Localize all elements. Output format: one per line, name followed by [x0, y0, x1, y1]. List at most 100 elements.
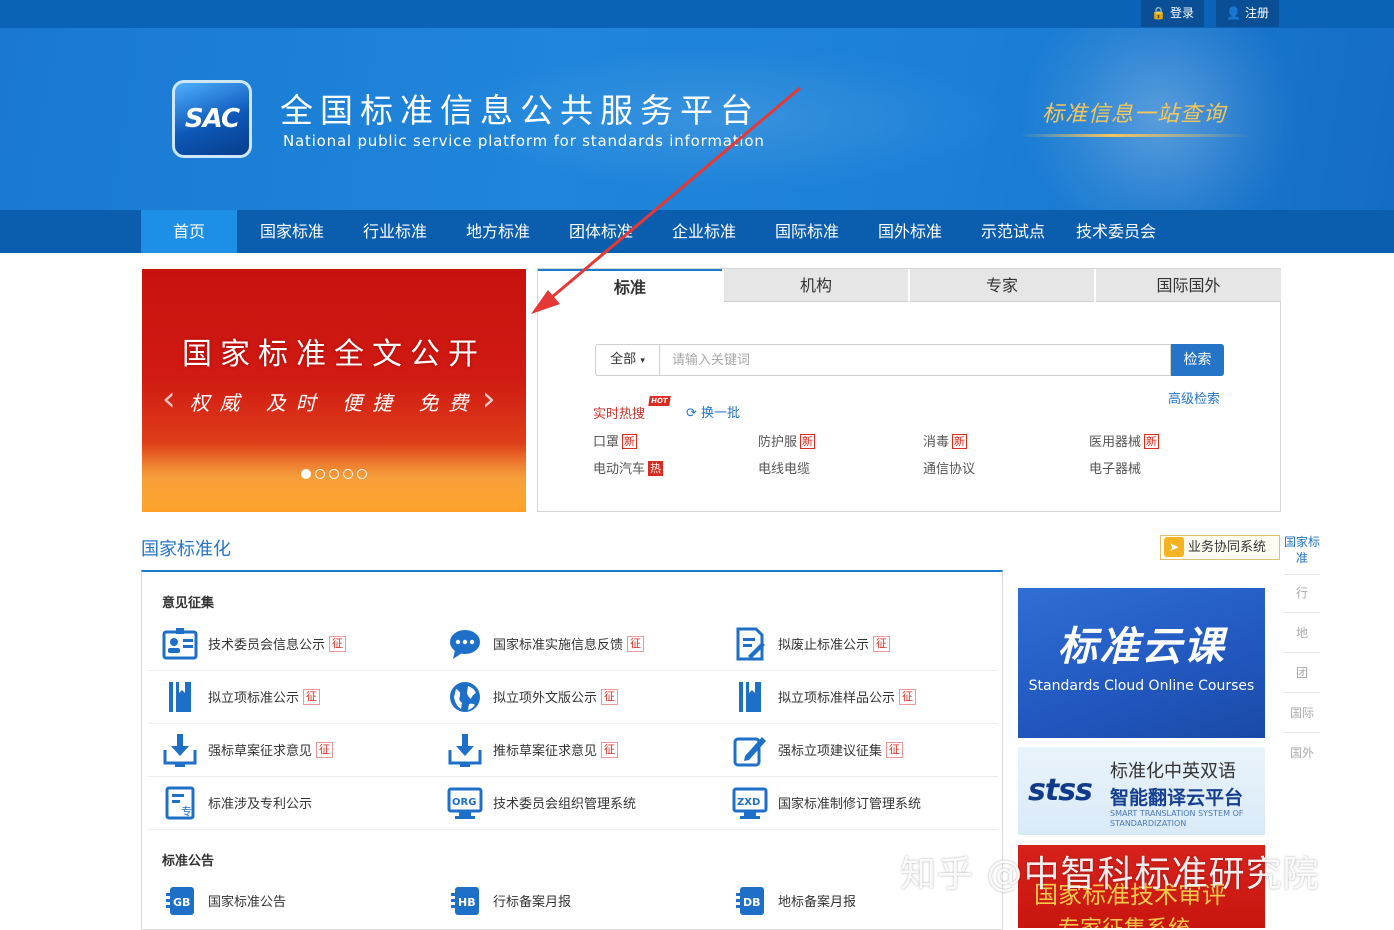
- caret-down-icon: ▾: [640, 356, 645, 366]
- id-card-icon: [162, 626, 198, 662]
- nav-pilot-demo[interactable]: 示范试点: [969, 210, 1057, 253]
- nav-group-standards[interactable]: 团体标准: [557, 210, 645, 253]
- sidenav-divider: [1284, 692, 1320, 693]
- list-item[interactable]: 专 标准涉及专利公示: [162, 776, 312, 829]
- list-item[interactable]: 推标草案征求意见征: [447, 723, 619, 776]
- list-item[interactable]: GB 国家标准公告: [162, 874, 286, 927]
- sac-logo[interactable]: SAC: [172, 80, 252, 158]
- hot-word[interactable]: 防护服新: [758, 431, 816, 450]
- collect-tag: 征: [303, 688, 321, 705]
- list-item[interactable]: 拟立项标准样品公示征: [732, 670, 917, 723]
- tab-international[interactable]: 国际国外: [1096, 269, 1281, 302]
- hot-word-text: 医用器械: [1089, 435, 1142, 450]
- hot-word[interactable]: 医用器械新: [1089, 431, 1160, 450]
- hot-word[interactable]: 通信协议: [923, 458, 975, 477]
- refresh-link[interactable]: ⟳ 换一批: [686, 402, 740, 421]
- main-nav: 首页 国家标准 行业标准 地方标准 团体标准 企业标准 国际标准 国外标准 示范…: [0, 210, 1394, 253]
- item-label: 拟立项标准样品公示: [778, 691, 896, 706]
- top-bar: 🔒 登录 👤 注册: [0, 0, 1394, 28]
- list-item[interactable]: ORG 技术委员会组织管理系统: [447, 776, 636, 829]
- sidenav-industry[interactable]: 行: [1282, 585, 1322, 601]
- sidenav-group[interactable]: 团: [1282, 665, 1322, 681]
- collect-tag: 征: [329, 635, 347, 652]
- list-item[interactable]: 强标立项建议征集征: [732, 723, 904, 776]
- nav-local-standards[interactable]: 地方标准: [454, 210, 542, 253]
- gb-icon: GB: [162, 883, 198, 919]
- sidenav-national[interactable]: 国家标准: [1284, 534, 1320, 566]
- item-label: 技术委员会信息公示: [208, 638, 326, 653]
- sidenav-local[interactable]: 地: [1282, 625, 1322, 641]
- translation-platform-banner[interactable]: stss 标准化中英双语 智能翻译云平台 SMART TRANSLATION S…: [1018, 747, 1265, 835]
- hot-word[interactable]: 电子器械: [1089, 458, 1141, 477]
- nav-tech-committee[interactable]: 技术委员会: [1068, 210, 1164, 253]
- pencil-icon: [732, 732, 768, 768]
- login-button[interactable]: 🔒 登录: [1141, 0, 1204, 27]
- carousel-dot[interactable]: [301, 469, 311, 479]
- collect-tag: 征: [316, 741, 334, 758]
- hot-word[interactable]: 口罩新: [593, 431, 638, 450]
- carousel-dot[interactable]: [357, 469, 367, 479]
- nav-international-standards[interactable]: 国际标准: [763, 210, 851, 253]
- hot-word[interactable]: 电动汽车热: [593, 458, 664, 477]
- carousel-dot[interactable]: [329, 469, 339, 479]
- list-item[interactable]: HB 行标备案月报: [447, 874, 571, 927]
- tab-experts[interactable]: 专家: [910, 269, 1094, 302]
- nav-home[interactable]: 首页: [141, 210, 237, 253]
- nav-industry-standards[interactable]: 行业标准: [351, 210, 439, 253]
- lock-icon: 🔒: [1151, 6, 1166, 20]
- hot-word-text: 口罩: [593, 435, 620, 450]
- item-label: 地标备案月报: [778, 895, 857, 910]
- svg-text:专: 专: [181, 804, 192, 818]
- collect-tag: 征: [899, 688, 917, 705]
- slogan: 标准信息一站查询: [1042, 102, 1227, 127]
- sidenav-foreign[interactable]: 国外: [1282, 745, 1322, 761]
- sidenav-international[interactable]: 国际: [1282, 705, 1322, 721]
- tab-institutions[interactable]: 机构: [724, 269, 908, 302]
- list-item[interactable]: 拟立项外文版公示征: [447, 670, 619, 723]
- item-label: 拟废止标准公示: [778, 638, 870, 653]
- carousel-dot[interactable]: [343, 469, 353, 479]
- list-item[interactable]: 国家标准实施信息反馈征: [447, 617, 645, 670]
- hot-word[interactable]: 消毒新: [923, 431, 968, 450]
- book-icon: [162, 679, 198, 715]
- carousel-dot[interactable]: [315, 469, 325, 479]
- tab-standards[interactable]: 标准: [538, 269, 722, 302]
- register-label: 注册: [1244, 6, 1269, 20]
- search-panel: 标准 机构 专家 国际国外 全部 ▾ 检索 高级检索 实时热搜 HOT ⟳ 换一…: [537, 268, 1281, 512]
- nav-national-standards[interactable]: 国家标准: [248, 210, 336, 253]
- business-collab-button[interactable]: ➤ 业务协同系统: [1160, 535, 1280, 560]
- new-badge: 新: [952, 434, 968, 449]
- svg-text:GB: GB: [173, 896, 190, 909]
- carousel[interactable]: 国家标准全文公开 权威 及时 便捷 免费 ‹ ›: [142, 269, 526, 512]
- list-item[interactable]: 拟废止标准公示征: [732, 617, 891, 670]
- list-item[interactable]: 强标草案征求意见征: [162, 723, 334, 776]
- zhihu-watermark: 知乎 @中智科标准研究院: [900, 854, 1320, 895]
- business-collab-label: 业务协同系统: [1188, 540, 1267, 555]
- item-label: 强标草案征求意见: [208, 744, 313, 759]
- search-input[interactable]: [659, 344, 1171, 376]
- user-icon: 👤: [1226, 6, 1241, 20]
- translation-line1: 标准化中英双语: [1110, 761, 1236, 782]
- chevron-right-icon[interactable]: ›: [482, 379, 496, 419]
- search-button[interactable]: 检索: [1171, 344, 1224, 376]
- sidenav-divider: [1284, 612, 1320, 613]
- db-icon: DB: [732, 883, 768, 919]
- advanced-search-link[interactable]: 高级检索: [1168, 388, 1220, 407]
- list-item[interactable]: DB 地标备案月报: [732, 874, 856, 927]
- cloud-course-banner[interactable]: 标准云课 Standards Cloud Online Courses: [1018, 588, 1265, 738]
- register-button[interactable]: 👤 注册: [1216, 0, 1279, 27]
- cloud-course-subtitle: Standards Cloud Online Courses: [1028, 678, 1255, 694]
- chevron-left-icon[interactable]: ‹: [162, 379, 176, 419]
- row-divider: [148, 829, 998, 830]
- zxd-monitor-icon: ZXD: [732, 785, 768, 821]
- hot-word[interactable]: 电线电缆: [758, 458, 810, 477]
- nav-enterprise-standards[interactable]: 企业标准: [660, 210, 748, 253]
- list-item[interactable]: 拟立项标准公示征: [162, 670, 321, 723]
- list-item[interactable]: ZXD 国家标准制修订管理系统: [732, 776, 921, 829]
- category-value: 全部: [610, 352, 637, 367]
- nav-foreign-standards[interactable]: 国外标准: [866, 210, 954, 253]
- category-dropdown[interactable]: 全部 ▾: [595, 344, 659, 376]
- list-item[interactable]: 技术委员会信息公示征: [162, 617, 347, 670]
- item-label: 强标立项建议征集: [778, 744, 883, 759]
- collect-tag: 征: [886, 741, 904, 758]
